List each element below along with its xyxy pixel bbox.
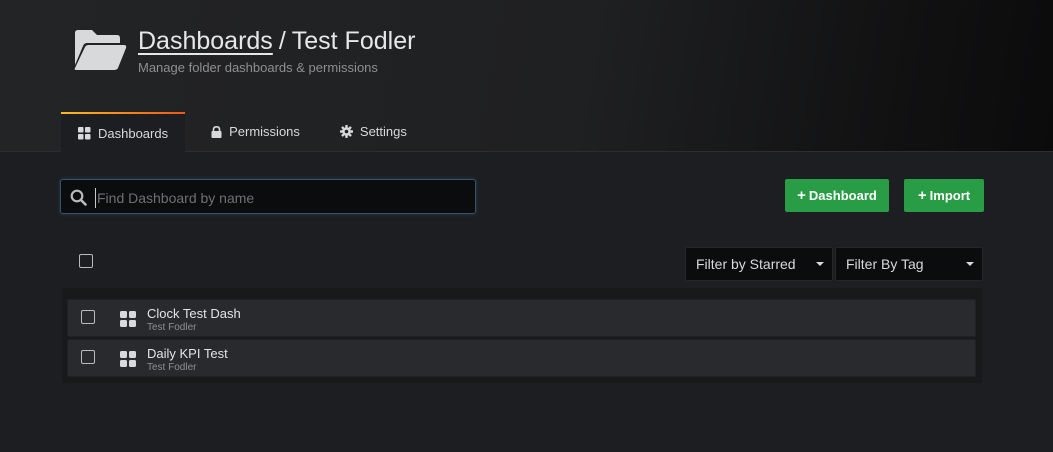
list-item[interactable]: Clock Test Dash Test Fodler <box>67 299 976 337</box>
select-all-checkbox[interactable] <box>79 254 93 268</box>
page-header: Dashboards / Test Fodler Manage folder das… <box>0 0 1053 152</box>
list-item[interactable]: Daily KPI Test Test Fodler <box>67 339 976 377</box>
dashboard-list: Clock Test Dash Test Fodler Daily KPI Te… <box>62 288 982 383</box>
gear-icon <box>339 125 353 138</box>
breadcrumb-separator: / <box>278 27 286 55</box>
lock-icon <box>211 125 222 138</box>
search-input[interactable] <box>95 188 469 208</box>
search-icon <box>70 189 87 206</box>
import-label: Import <box>929 188 971 203</box>
dashboards-breadcrumb-link[interactable]: Dashboards <box>138 27 273 55</box>
row-checkbox[interactable] <box>81 310 95 324</box>
page-title: Dashboards / Test Fodler <box>138 27 415 56</box>
filter-by-tag-label: Filter By Tag <box>846 256 924 272</box>
filter-by-starred-select[interactable]: Filter by Starred <box>685 247 833 281</box>
folder-tabs: Dashboards Permissions Settings <box>61 112 423 152</box>
dashboard-grid-icon <box>120 351 136 367</box>
dashboard-folder: Test Fodler <box>147 362 197 373</box>
new-dashboard-label: Dashboard <box>808 188 877 203</box>
dashboard-grid-icon <box>120 311 136 327</box>
tab-permissions-label: Permissions <box>229 124 300 139</box>
caret-down-icon <box>816 262 824 266</box>
folder-open-icon <box>74 30 127 70</box>
tab-dashboards-label: Dashboards <box>98 125 169 141</box>
page-subtitle: Manage folder dashboards & permissions <box>138 60 378 75</box>
tab-settings[interactable]: Settings <box>324 112 423 151</box>
row-checkbox[interactable] <box>81 350 95 364</box>
filter-by-tag-select[interactable]: Filter By Tag <box>835 247 983 281</box>
tab-settings-label: Settings <box>359 124 407 139</box>
filter-by-starred-label: Filter by Starred <box>696 256 796 272</box>
tab-permissions[interactable]: Permissions <box>195 112 316 151</box>
search-box <box>60 179 476 214</box>
dashboard-name[interactable]: Clock Test Dash <box>147 306 241 321</box>
plus-icon: + <box>797 187 806 204</box>
plus-icon: + <box>917 187 927 204</box>
caret-down-icon <box>966 262 974 266</box>
new-dashboard-button[interactable]: + Dashboard <box>785 179 889 212</box>
dashboard-name[interactable]: Daily KPI Test <box>147 346 228 361</box>
folder-title: Test Fodler <box>291 27 416 55</box>
tab-dashboards[interactable]: Dashboards <box>61 112 186 152</box>
dashboard-folder: Test Fodler <box>147 322 197 333</box>
grid-icon <box>78 126 91 139</box>
import-button[interactable]: + Import <box>904 179 984 212</box>
